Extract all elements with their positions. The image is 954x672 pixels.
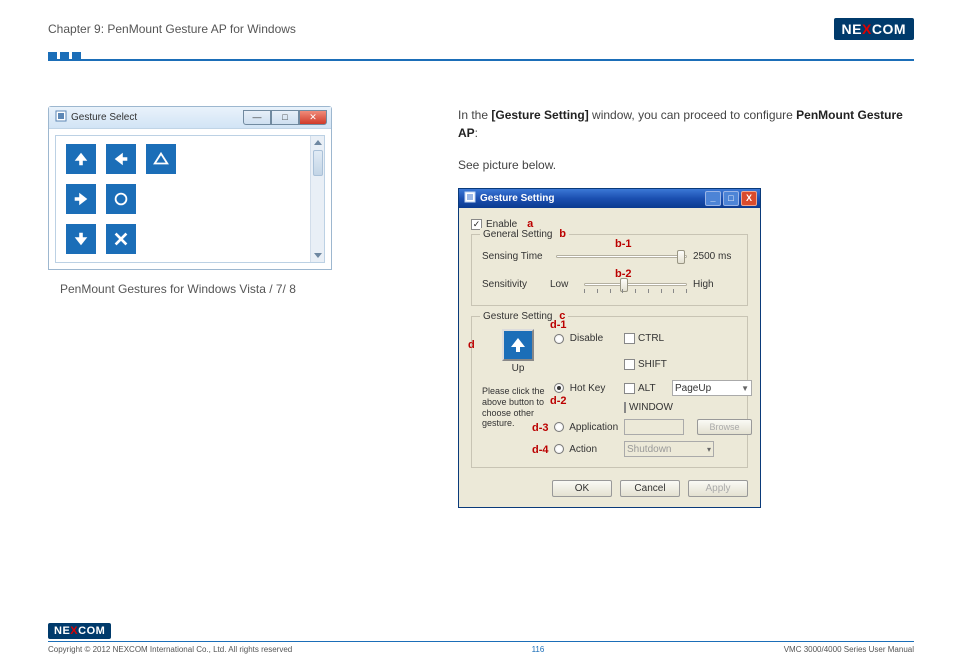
disable-label: Disable	[570, 333, 603, 344]
ctrl-checkbox[interactable]	[624, 333, 635, 344]
footer-logo: NEXCOM	[48, 623, 111, 639]
gesture-selector-button[interactable]	[502, 329, 534, 361]
annotation-d: d	[468, 339, 475, 351]
page-number: 116	[292, 645, 783, 654]
sensitivity-slider[interactable]	[584, 275, 687, 293]
annotation-d1: d-1	[550, 319, 567, 331]
ctrl-label: CTRL	[638, 333, 664, 344]
gesture-select-titlebar: Gesture Select — □ ✕	[49, 107, 331, 129]
scrollbar[interactable]	[310, 136, 324, 262]
maximize-button[interactable]: □	[723, 191, 739, 206]
action-select: Shutdown▾	[624, 441, 714, 457]
gesture-select-caption: PenMount Gestures for Windows Vista / 7/…	[60, 282, 348, 296]
page-footer: NEXCOM Copyright © 2012 NEXCOM Internati…	[48, 621, 914, 654]
gesture-up-tile[interactable]	[66, 144, 96, 174]
disable-radio[interactable]	[554, 334, 564, 344]
action-radio[interactable]	[554, 444, 564, 454]
application-radio[interactable]	[554, 422, 564, 432]
general-legend: General Setting b	[480, 228, 569, 240]
gesture-setting-title: Gesture Setting	[480, 193, 554, 204]
chapter-title: Chapter 9: PenMount Gesture AP for Windo…	[48, 22, 296, 36]
window-label: WINDOW	[629, 402, 673, 413]
sensing-time-value: 2500 ms	[693, 251, 737, 262]
gesture-empty-tile	[146, 184, 176, 214]
maximize-button[interactable]: □	[271, 110, 299, 125]
gesture-right-tile[interactable]	[66, 184, 96, 214]
hotkey-select[interactable]: PageUp▼	[672, 380, 752, 396]
minimize-button[interactable]: —	[243, 110, 271, 125]
gesture-grid	[66, 144, 298, 254]
close-button[interactable]: X	[741, 191, 757, 206]
cancel-button[interactable]: Cancel	[620, 480, 680, 497]
general-setting-group: General Setting b b-1 Sensing Time 2500 …	[471, 234, 748, 306]
application-label: Application	[569, 422, 618, 433]
action-label: Action	[569, 444, 597, 455]
annotation-d2: d-2	[550, 395, 567, 407]
sensing-time-slider[interactable]	[556, 247, 687, 265]
gesture-up-label: Up	[512, 363, 525, 374]
shift-label: SHIFT	[638, 359, 667, 370]
close-button[interactable]: ✕	[299, 110, 327, 125]
annotation-d4: d-4	[532, 444, 549, 456]
sensing-time-label: Sensing Time	[482, 251, 550, 262]
alt-label: ALT	[638, 383, 656, 394]
gesture-circle-tile[interactable]	[106, 184, 136, 214]
window-icon	[55, 110, 67, 125]
annotation-d3: d-3	[532, 422, 549, 434]
browse-button[interactable]: Browse	[697, 419, 752, 435]
alt-checkbox[interactable]	[624, 383, 635, 394]
gesture-up-stop-tile[interactable]	[146, 144, 176, 174]
gesture-left-tile[interactable]	[106, 144, 136, 174]
gesture-setting-window: Gesture Setting _ □ X ✓ Enable a	[458, 188, 761, 508]
gesture-select-window: Gesture Select — □ ✕	[48, 106, 332, 270]
copyright-text: Copyright © 2012 NEXCOM International Co…	[48, 645, 292, 654]
window-checkbox[interactable]	[624, 402, 626, 413]
see-picture-text: See picture below.	[458, 156, 914, 174]
header-rule	[48, 59, 914, 61]
gesture-setting-group: Gesture Setting c d Up	[471, 316, 748, 468]
sensitivity-high: High	[693, 279, 737, 290]
gesture-x-tile[interactable]	[106, 224, 136, 254]
window-icon	[464, 191, 476, 206]
hotkey-radio[interactable]	[554, 383, 564, 393]
minimize-button[interactable]: _	[705, 191, 721, 206]
gesture-select-title: Gesture Select	[71, 112, 137, 123]
apply-button[interactable]: Apply	[688, 480, 748, 497]
shift-checkbox[interactable]	[624, 359, 635, 370]
gesture-down-tile[interactable]	[66, 224, 96, 254]
annotation-b: b	[559, 228, 566, 240]
gesture-setting-titlebar: Gesture Setting _ □ X	[459, 189, 760, 208]
manual-name: VMC 3000/4000 Series User Manual	[784, 645, 914, 654]
sensitivity-label: Sensitivity	[482, 279, 550, 290]
sensitivity-low: Low	[550, 279, 578, 290]
brand-logo: NEXCOM	[834, 18, 914, 40]
intro-text: In the [Gesture Setting] window, you can…	[458, 106, 914, 142]
hotkey-label: Hot Key	[570, 383, 606, 394]
ok-button[interactable]: OK	[552, 480, 612, 497]
